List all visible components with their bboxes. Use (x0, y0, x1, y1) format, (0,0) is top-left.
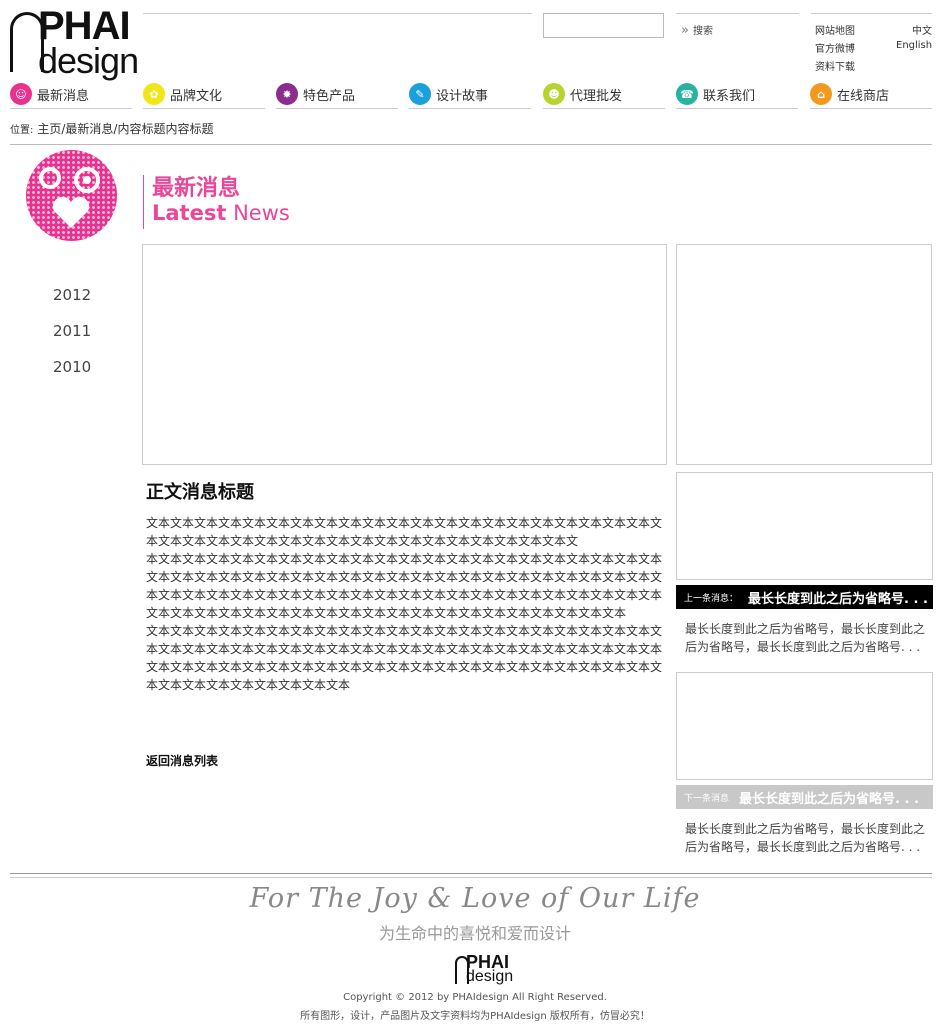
breadcrumb-prefix: 位置: (10, 125, 34, 136)
sitemap-link[interactable]: 网站地图 (815, 22, 855, 37)
section-title-en-light: News (233, 201, 290, 225)
header-divider (143, 13, 532, 14)
year-link-2010[interactable]: 2010 (53, 358, 91, 376)
footer-divider (10, 877, 932, 878)
lang-chinese-link[interactable]: 中文 (912, 22, 932, 37)
copyright-notice: 所有图形，设计，产品图片及文字资料均为PHAIdesign 版权所有，仿冒必究！ (300, 1011, 650, 1022)
year-link-2012[interactable]: 2012 (53, 286, 91, 304)
footer-divider (10, 873, 932, 874)
next-news-bar[interactable]: 下一条消息 最长长度到此之后为省略号. . . (676, 785, 933, 809)
prev-news-title[interactable]: 最长长度到此之后为省略号. . . (748, 588, 928, 607)
nav-item-label: 代理批发 (570, 88, 623, 104)
section-title-en: Latest News (152, 201, 290, 225)
footer-logo[interactable]: PHAI design (455, 953, 519, 987)
breadcrumb-divider (10, 144, 932, 145)
search-input[interactable] (543, 13, 664, 38)
prev-news-bar[interactable]: 上一条消息： 最长长度到此之后为省略号. . . (676, 585, 933, 609)
double-chevron-right-icon: » (681, 23, 689, 38)
star-icon: ✸ (276, 83, 298, 105)
copyright: Copyright © 2012 by PHAIdesign All Right… (343, 992, 607, 1003)
breadcrumb-path[interactable]: 主页/最新消息/内容标题内容标题 (37, 122, 213, 136)
next-news-title[interactable]: 最长长度到此之后为省略号. . . (739, 788, 919, 807)
smile-icon: ☺ (10, 83, 32, 105)
prev-news-image[interactable] (676, 472, 933, 580)
section-title-cn: 最新消息 (152, 176, 241, 201)
prev-news-excerpt: 最长长度到此之后为省略号，最长长度到此之后为省略号，最长长度到此之后为省略号. … (685, 622, 926, 654)
footer-logo-text-bottom: design (466, 968, 514, 985)
article-paragraph: 文本文本文本文本文本文本文本文本文本文本文本文本文本文本文本文本文本文本文本文本… (146, 516, 663, 548)
contact-icon: ☎ (676, 83, 698, 105)
nav-item[interactable]: ⌂ 在线商店 (810, 80, 932, 109)
footer-slogan-cn: 为生命中的喜悦和爱而设计 (378, 924, 571, 943)
logo-text-bottom: design (38, 40, 139, 81)
nav-item[interactable]: ✎ 设计故事 (409, 80, 531, 109)
prev-news-label: 上一条消息： (684, 593, 739, 604)
year-link-2011[interactable]: 2011 (53, 322, 91, 340)
mascot-face-icon (39, 167, 100, 228)
header-divider (811, 13, 932, 14)
search-label: 搜索 (692, 26, 713, 37)
nav-item[interactable]: ✸ 特色产品 (276, 80, 398, 109)
nav-item-label: 在线商店 (837, 88, 890, 104)
nav-item[interactable]: ☺ 最新消息 (10, 80, 132, 109)
logo[interactable]: PHAI design (10, 6, 139, 79)
breadcrumb: 位置: 主页/最新消息/内容标题内容标题 (10, 120, 213, 137)
back-to-list-link[interactable]: 返回消息列表 (146, 752, 218, 769)
nav-item[interactable]: ✿ 品牌文化 (143, 80, 265, 109)
nav-item-label: 特色产品 (303, 88, 356, 104)
next-news-image[interactable] (676, 672, 933, 780)
story-icon: ✎ (409, 83, 431, 105)
nav-item-label: 联系我们 (703, 88, 756, 104)
shop-icon: ⌂ (810, 83, 832, 105)
download-link[interactable]: 资料下载 (815, 58, 855, 73)
nav-item[interactable]: ☻ 代理批发 (543, 80, 665, 109)
nav-item-label: 品牌文化 (170, 88, 223, 104)
article-image (142, 244, 667, 465)
article-body: 文本文本文本文本文本文本文本文本文本文本文本文本文本文本文本文本文本文本文本文本… (146, 514, 664, 694)
search-button[interactable]: » 搜索 (681, 22, 713, 38)
article-title: 正文消息标题 (146, 482, 254, 503)
nav-item-label: 最新消息 (37, 88, 90, 104)
next-news-excerpt: 最长长度到此之后为省略号，最长长度到此之后为省略号，最长长度到此之后为省略号. … (685, 822, 926, 854)
article-paragraph: 本文本文本文本文本文本文本文本文本文本文本文本文本文本文本文本文本文本文本文本文… (146, 552, 663, 620)
flower-icon: ✿ (143, 83, 165, 105)
side-image (676, 244, 932, 465)
header-divider (676, 13, 799, 14)
nav-item-label: 设计故事 (436, 88, 489, 104)
section-title-bar (143, 175, 144, 229)
nav-item[interactable]: ☎ 联系我们 (676, 80, 798, 109)
article-paragraph: 文本文本文本文本文本文本文本文本文本文本文本文本文本文本文本文本文本文本文本文本… (146, 624, 663, 692)
weibo-link[interactable]: 官方微博 (815, 40, 855, 55)
section-title-en-bold: Latest (152, 201, 227, 225)
lang-english-link[interactable]: English (896, 40, 932, 51)
footer-slogan: For The Joy & Love of Our Life (249, 883, 701, 914)
next-news-label: 下一条消息 (684, 793, 730, 804)
agent-icon: ☻ (543, 83, 565, 105)
mascot-face-image (26, 150, 117, 241)
